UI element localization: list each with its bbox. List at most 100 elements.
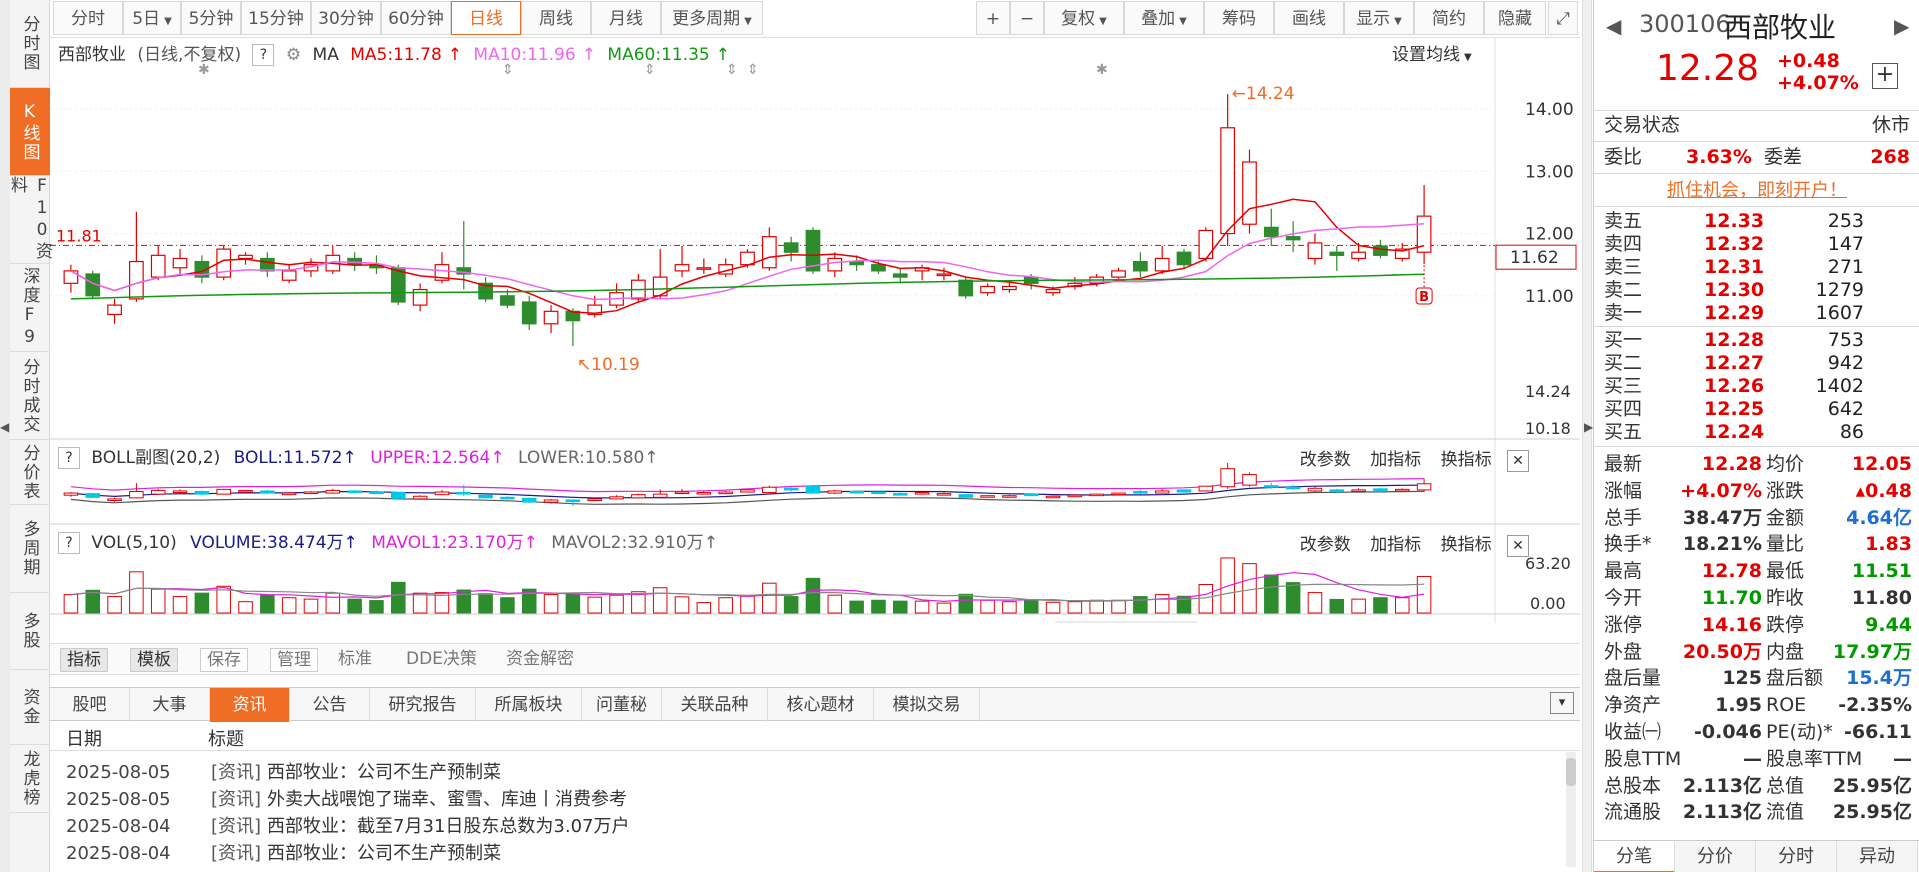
edit-params-button[interactable]: 改参数 <box>1300 450 1351 470</box>
bar-btn-1[interactable]: 模板 <box>130 648 178 672</box>
news-scrollbar[interactable] <box>1566 752 1576 867</box>
quote-tab-1[interactable]: 分价 <box>1675 841 1756 872</box>
tool-1[interactable]: − <box>1010 1 1044 35</box>
buy-level[interactable]: 买二 12.27 942 <box>1604 352 1864 375</box>
buy-level[interactable]: 买三 12.26 1402 <box>1604 375 1864 398</box>
add-watchlist-button[interactable]: + <box>1872 63 1898 89</box>
info-tab-8[interactable]: 核心题材 <box>768 688 874 722</box>
period-1[interactable]: 5日 ▼ <box>123 1 181 35</box>
stat-value: 1.83 <box>1865 533 1912 556</box>
help-icon[interactable]: ? <box>58 447 80 469</box>
volume-bar <box>762 582 777 614</box>
nav-item-7[interactable]: 多股 <box>10 593 50 670</box>
nav-item-8[interactable]: 资金 <box>10 670 50 745</box>
nav-item-2[interactable]: F10资料 <box>7 176 52 264</box>
news-row[interactable]: 2025-08-05 [资讯] 外卖大战喂饱了瑞幸、蜜雪、库迪丨消费参考 <box>66 786 627 814</box>
nav-item-5[interactable]: 分价表 <box>10 440 50 505</box>
nav-item-3[interactable]: 深度F9 <box>10 264 50 352</box>
edit-params-button[interactable]: 改参数 <box>1300 535 1351 555</box>
help-icon[interactable]: ? <box>252 44 275 66</box>
prev-stock-icon[interactable]: ◀ <box>1606 14 1621 38</box>
sell-level[interactable]: 卖五 12.33 253 <box>1604 210 1864 233</box>
info-tab-0[interactable]: 股吧 <box>50 688 130 722</box>
info-tab-3[interactable]: 公告 <box>290 688 370 722</box>
fullscreen-icon[interactable]: ⤢ <box>1548 1 1578 35</box>
add-indicator-button[interactable]: 加指标 <box>1370 450 1421 470</box>
sell-level[interactable]: 卖四 12.32 147 <box>1604 233 1864 256</box>
nav-item-1[interactable]: K线图 <box>10 88 50 176</box>
info-tab-9[interactable]: 模拟交易 <box>874 688 980 722</box>
stat-left: 收益㈠ -0.046 <box>1604 719 1762 746</box>
set-ma-label: 设置均线 <box>1392 45 1460 65</box>
close-icon[interactable]: ✕ <box>1507 450 1529 472</box>
nav-item-4[interactable]: 分时成交 <box>10 352 50 440</box>
info-tab-4[interactable]: 研究报告 <box>370 688 476 722</box>
next-stock-icon[interactable]: ▶ <box>1894 14 1909 38</box>
nav-collapse-strip[interactable] <box>0 0 10 872</box>
add-indicator-button[interactable]: 加指标 <box>1370 535 1421 555</box>
nav-item-0[interactable]: 分时图 <box>10 0 50 88</box>
open-account-link[interactable]: 抓住机会，即刻开户！ <box>1594 176 1919 202</box>
gear-icon[interactable]: ⚙ <box>286 45 301 65</box>
switch-indicator-button[interactable]: 换指标 <box>1441 450 1492 470</box>
info-tab-7[interactable]: 关联品种 <box>662 688 768 722</box>
period-4[interactable]: 30分钟 <box>311 1 381 35</box>
panel-divider[interactable]: ▶ <box>1582 0 1593 872</box>
quote-tab-0[interactable]: 分笔 <box>1594 841 1675 872</box>
period-7[interactable]: 周线 <box>521 1 591 35</box>
set-ma-button[interactable]: 设置均线 ▼ <box>1392 42 1472 68</box>
buy-level[interactable]: 买五 12.24 86 <box>1604 421 1864 444</box>
tool-3[interactable]: 叠加 ▼ <box>1124 1 1204 35</box>
news-row[interactable]: 2025-08-04 [资讯] 西部牧业：截至7月31日股东总数为3.07万户 <box>66 813 629 841</box>
bar-btn-3[interactable]: 管理 <box>270 648 318 672</box>
bar-btn-6[interactable]: 资金解密 <box>500 648 580 672</box>
info-tab-1[interactable]: 大事 <box>130 688 210 722</box>
sell-level[interactable]: 卖一 12.29 1607 <box>1604 302 1864 325</box>
nav-item-6[interactable]: 多周期 <box>10 505 50 593</box>
tool-0[interactable]: + <box>976 1 1010 35</box>
stat-left: 换手* 18.21% <box>1604 531 1762 558</box>
tool-8[interactable]: 隐藏 <box>1484 1 1546 35</box>
weibi-value: 3.63% <box>1686 146 1752 168</box>
period-3[interactable]: 15分钟 <box>241 1 311 35</box>
bar-btn-4[interactable]: 标准 <box>332 648 378 672</box>
candle-body <box>259 257 275 272</box>
tool-4[interactable]: 筹码 <box>1204 1 1274 35</box>
news-row[interactable]: 2025-08-05 [资讯] 西部牧业：公司不生产预制菜 <box>66 759 501 787</box>
quote-tab-3[interactable]: 异动 <box>1837 841 1918 872</box>
stat-value: — <box>1893 747 1912 770</box>
stat-left: 最高 12.78 <box>1604 558 1762 585</box>
period-9[interactable]: 更多周期 ▼ <box>661 1 763 35</box>
help-icon[interactable]: ? <box>58 532 80 554</box>
buy-level[interactable]: 买一 12.28 753 <box>1604 329 1864 352</box>
tool-5[interactable]: 画线 <box>1274 1 1344 35</box>
sell-level[interactable]: 卖二 12.30 1279 <box>1604 279 1864 302</box>
quote-tab-2[interactable]: 分时 <box>1756 841 1837 872</box>
period-2[interactable]: 5分钟 <box>181 1 241 35</box>
period-0[interactable]: 分时 <box>53 1 123 35</box>
info-tab-6[interactable]: 问董秘 <box>582 688 662 722</box>
period-8[interactable]: 月线 <box>591 1 661 35</box>
tool-2[interactable]: 复权 ▼ <box>1044 1 1124 35</box>
volume-bar <box>1198 584 1214 614</box>
tool-6[interactable]: 显示 ▼ <box>1344 1 1414 35</box>
info-tab-2[interactable]: 资讯 <box>210 688 290 722</box>
switch-indicator-button[interactable]: 换指标 <box>1441 535 1492 555</box>
boll-candle-body <box>150 489 166 495</box>
left-divider-arrow[interactable]: ◀ <box>0 420 9 434</box>
info-tab-5[interactable]: 所属板块 <box>476 688 582 722</box>
close-icon[interactable]: ✕ <box>1507 535 1529 557</box>
news-row[interactable]: 2025-08-04 [资讯] 西部牧业：公司不生产预制菜 <box>66 840 501 868</box>
period-6[interactable]: 日线 <box>451 1 521 35</box>
period-5[interactable]: 60分钟 <box>381 1 451 35</box>
bar-btn-0[interactable]: 指标 <box>60 648 108 672</box>
bar-btn-5[interactable]: DDE决策 <box>400 648 483 672</box>
buy-level[interactable]: 买四 12.25 642 <box>1604 398 1864 421</box>
tool-label: 复权 <box>1061 9 1096 29</box>
period-toolbar: 分时 5日 ▼ 5分钟 15分钟 30分钟 60分钟 日线 周线 月线 更多周期 ▼ + − 复权 ▼ 叠加 ▼ 筹… <box>50 0 1580 38</box>
nav-item-9[interactable]: 龙虎榜 <box>10 745 50 813</box>
sell-level[interactable]: 卖三 12.31 271 <box>1604 256 1864 279</box>
tool-7[interactable]: 简约 <box>1414 1 1484 35</box>
bar-btn-2[interactable]: 保存 <box>200 648 248 672</box>
expand-panel-icon[interactable]: ▾ <box>1550 692 1574 714</box>
